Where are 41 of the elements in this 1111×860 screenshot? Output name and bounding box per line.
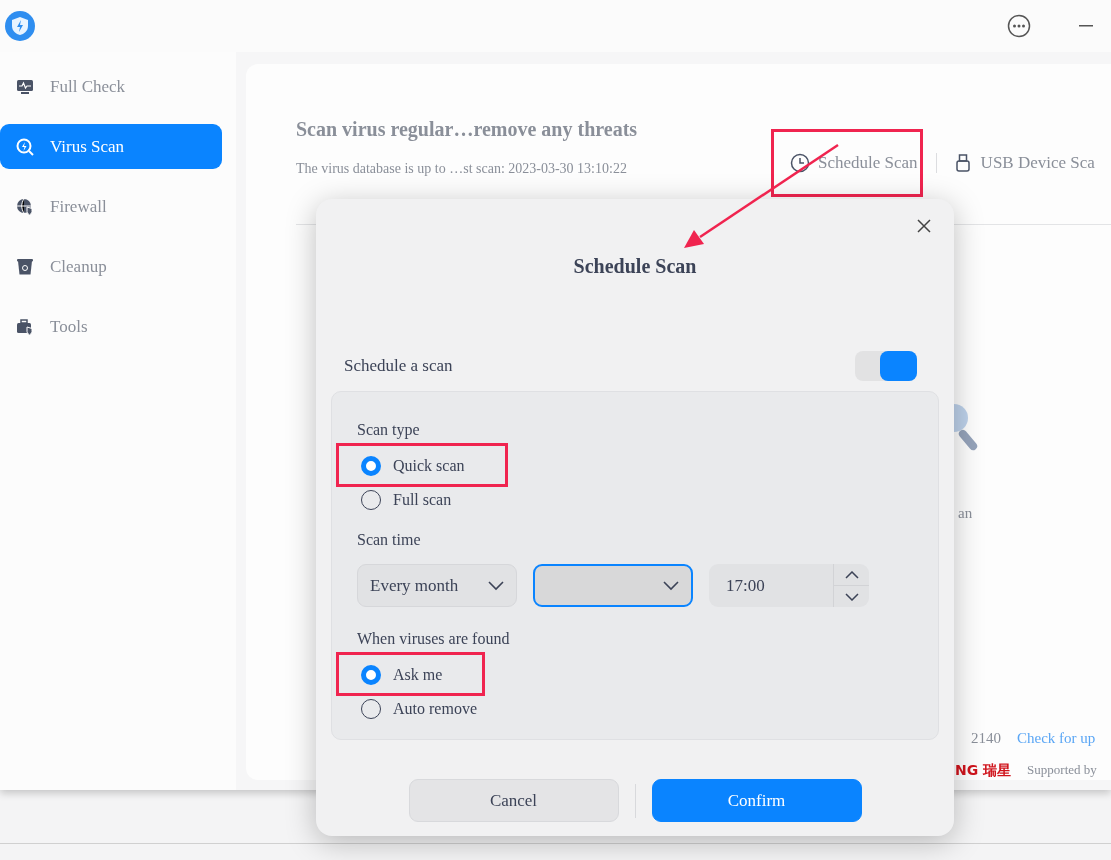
version-number: 2140 [971,729,1001,748]
brand-logo: NG 瑞星 [955,760,1012,780]
frequency-select[interactable]: Every month [357,564,517,607]
clock-icon [790,152,810,173]
sidebar-item[interactable]: Virus Scan [0,124,222,169]
sidebar-item[interactable]: Cleanup [0,244,222,289]
sidebar-item[interactable]: Tools [0,304,222,349]
monitor-icon [16,77,34,96]
sidebar-item[interactable]: Firewall [0,184,222,229]
cancel-button[interactable]: Cancel [408,779,619,822]
database-status: The virus database is up to …st scan: 2023-03-30 13:10:22 [296,160,628,178]
toolbar-link[interactable]: Schedule Scan [790,150,918,176]
supported-by-text: Supported by [1027,761,1097,780]
globe-shield-icon [16,197,34,216]
app-logo [4,10,36,42]
time-field[interactable]: 17:00 [709,571,833,600]
more-options-icon[interactable] [1007,14,1031,38]
chevron-down-icon [663,580,679,591]
schedule-label: Schedule a scan [344,355,453,378]
radio-option[interactable]: Auto remove [357,693,913,725]
time-spinner[interactable]: 17:00 [709,564,869,607]
radio-option[interactable]: Full scan [357,484,913,516]
caption: an [958,504,973,523]
radio-option[interactable]: Quick scan [357,450,465,482]
dialog-title: Schedule Scan [572,254,698,279]
toolbox-icon [16,317,34,336]
sidebar-item[interactable]: Full Check [0,64,222,109]
section-label: Scan time [357,530,422,550]
page-title: Scan virus regular…remove any threats [296,117,639,143]
toolbar-link[interactable]: USB Device Sca [952,150,1095,176]
update-link[interactable]: Check for up [1017,727,1096,750]
minimize-icon[interactable] [1079,25,1093,27]
radio-option[interactable]: Ask me [357,659,443,691]
section-label: Scan type [357,420,421,441]
trash-icon [16,257,34,276]
search-icon [16,137,34,156]
confirm-button[interactable]: Confirm [651,779,862,822]
day-select[interactable] [533,564,693,607]
section-label: When viruses are found [357,629,511,649]
chevron-down-icon [488,580,504,591]
schedule-toggle[interactable] [855,351,917,381]
